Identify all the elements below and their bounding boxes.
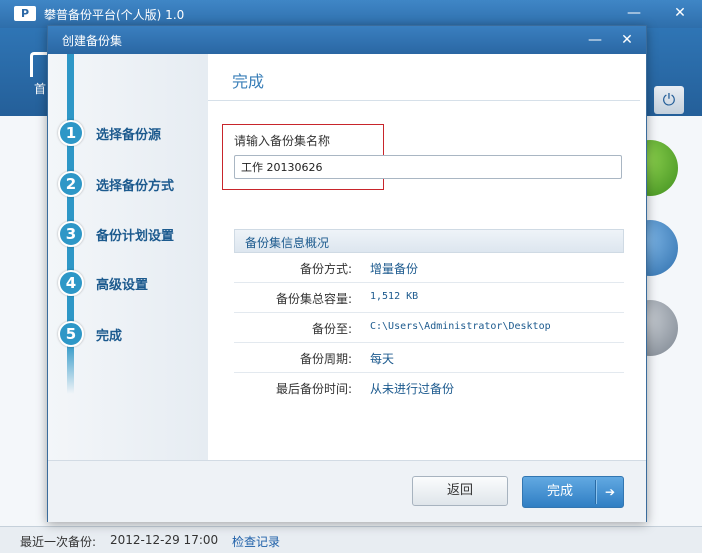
info-summary-title: 备份集信息概况 [245,236,330,250]
step-number: 3 [58,221,84,247]
info-key: 备份方式: [299,262,352,276]
info-row-destination: 备份至: C:\Users\Administrator\Desktop [234,313,624,343]
last-backup-label: 最近一次备份: [20,535,97,549]
finish-button-label: 完成 [546,484,573,499]
info-value: 增量备份 [370,262,419,276]
status-bar: 最近一次备份: 2012-12-29 17:00 检查记录 [0,526,702,553]
info-value: 每天 [370,352,395,366]
step-label: 完成 [96,329,123,344]
create-backup-set-dialog: 创建备份集 — ✕ 1 选择备份源 2 选择备份方式 3 备份计划设置 4 高级… [47,25,647,522]
step-label: 高级设置 [96,278,149,293]
page-title: 完成 [232,72,265,91]
info-key: 备份周期: [299,352,352,366]
info-key: 最后备份时间: [275,382,352,396]
home-label[interactable]: 首 [34,80,46,97]
arrow-right-icon: ➔ [604,485,616,499]
backup-set-name-input[interactable] [234,155,622,179]
info-value: 1,512 KB [370,291,419,302]
step-number: 2 [58,171,84,197]
app-logo-icon: P [14,6,36,21]
main-window-title: 攀普备份平台(个人版) 1.0 [44,8,185,22]
last-backup-time: 2012-12-29 17:00 [110,533,219,547]
power-button[interactable]: ⏻ [654,86,684,114]
main-close-button[interactable]: ✕ [668,2,692,24]
step-label: 备份计划设置 [96,229,175,244]
step-number: 1 [58,120,84,146]
finish-button[interactable]: 完成 ➔ [522,476,624,508]
dialog-title-bar: 创建备份集 — ✕ [48,26,646,54]
info-row-method: 备份方式: 增量备份 [234,253,624,283]
info-summary-header: 备份集信息概况 [234,229,624,253]
info-value: 从未进行过备份 [370,382,455,396]
main-minimize-button[interactable]: — [622,2,646,24]
info-key: 备份集总容量: [275,292,352,306]
backup-set-name-label: 请输入备份集名称 [234,134,331,148]
info-row-cycle: 备份周期: 每天 [234,343,624,373]
content-header: 完成 [208,54,640,101]
info-value: C:\Users\Administrator\Desktop [370,321,551,332]
step-label: 选择备份源 [96,128,162,143]
step-number: 5 [58,321,84,347]
dialog-close-button[interactable]: ✕ [616,29,638,51]
step-label: 选择备份方式 [96,179,175,194]
wizard-content: 完成 请输入备份集名称 备份集信息概况 备份方式: 增量备份 备份集总容量: 1… [208,54,646,460]
info-row-last-backup: 最后备份时间: 从未进行过备份 [234,373,624,402]
check-log-link[interactable]: 检查记录 [232,533,280,550]
dialog-title: 创建备份集 [62,34,123,48]
info-row-capacity: 备份集总容量: 1,512 KB [234,283,624,313]
step-number: 4 [58,270,84,296]
info-key: 备份至: [311,322,352,336]
wizard-steps-panel: 1 选择备份源 2 选择备份方式 3 备份计划设置 4 高级设置 5 完成 [48,54,209,460]
main-title-bar: P 攀普备份平台(个人版) 1.0 — ✕ [0,0,702,28]
back-button[interactable]: 返回 [412,476,508,506]
dialog-footer: 返回 完成 ➔ [48,460,646,522]
dialog-minimize-button[interactable]: — [584,29,606,51]
